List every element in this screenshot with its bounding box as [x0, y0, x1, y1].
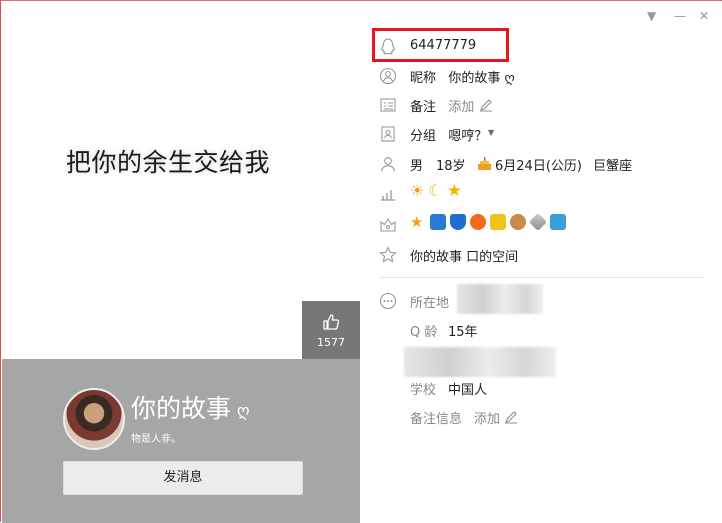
- level-chart-icon: [381, 190, 395, 201]
- music-icon[interactable]: [470, 214, 486, 230]
- remark-label-text: 备注: [410, 100, 437, 115]
- like-count: 1577: [317, 336, 345, 349]
- nickname-label: 昵称 你的故事 ღ: [410, 67, 515, 86]
- sun-icon: ☀: [410, 181, 425, 200]
- qage-row: Q 龄 15年: [361, 319, 722, 341]
- basic-info-row: 男 18岁 6月24日(公历) 巨蟹座: [361, 153, 722, 175]
- location-label: 所在地: [410, 296, 450, 311]
- person-icon: [380, 157, 396, 172]
- qage-label: Q 龄: [410, 325, 438, 340]
- zodiac: 巨蟹座: [593, 159, 633, 174]
- thumbs-up-icon: [323, 314, 339, 330]
- remark-label: 备注 添加: [410, 96, 474, 115]
- game-avatar-icon[interactable]: [510, 214, 526, 230]
- edit-icon[interactable]: [479, 98, 493, 112]
- wallet-icon[interactable]: [490, 214, 506, 230]
- like-button[interactable]: 1577: [302, 301, 360, 359]
- penguin-icon: [381, 38, 395, 55]
- school-label: 学校: [410, 383, 437, 398]
- group-label: 分组 嗯哼？: [410, 125, 487, 144]
- minimize-button[interactable]: —: [674, 9, 686, 23]
- nickname-text: 你的故事: [131, 394, 232, 423]
- nickname-symbol: ღ: [237, 400, 250, 420]
- more-icon: [379, 292, 397, 310]
- cloud-icon[interactable]: [550, 214, 566, 230]
- vip-star-icon[interactable]: ★: [410, 214, 426, 230]
- cover-text: 把你的余生交给我: [66, 148, 271, 177]
- remark-info-label: 备注信息: [410, 412, 463, 427]
- star-icon: ★: [446, 181, 462, 201]
- qage-value: 15年: [448, 325, 478, 340]
- group-dropdown-icon[interactable]: ▼: [488, 128, 494, 137]
- remark-add-link[interactable]: 添加: [448, 100, 474, 115]
- dropdown-icon[interactable]: ▼: [647, 9, 656, 23]
- school-row: 学校 中国人: [361, 377, 722, 399]
- star-outline-icon: [379, 246, 397, 263]
- crown-icon: [380, 217, 396, 232]
- level-row: ☀ ☾ ★: [361, 182, 722, 204]
- profile-nickname: 你的故事 ღ: [131, 389, 250, 425]
- service-badges: ★: [410, 212, 566, 232]
- close-button[interactable]: ✕: [699, 9, 709, 23]
- group-label-text: 分组: [410, 129, 437, 144]
- qzone-link[interactable]: 你的故事 口的空间: [410, 246, 518, 265]
- group-row: 分组 嗯哼？ ▼: [361, 123, 722, 145]
- remark-row: 备注 添加: [361, 94, 722, 116]
- qq-number: 64477779: [410, 38, 477, 53]
- send-message-button[interactable]: 发消息: [63, 461, 303, 495]
- group-value[interactable]: 嗯哼？: [448, 129, 487, 144]
- space-row: 你的故事 口的空间: [361, 244, 722, 266]
- cake-icon: [478, 157, 491, 170]
- user-icon: [379, 67, 397, 85]
- nickname-label-text: 昵称: [410, 71, 437, 86]
- profile-card: 你的故事 ღ 物是人非。 发消息: [2, 359, 360, 523]
- level-badges: ☀ ☾ ★: [410, 181, 462, 201]
- photo-icon[interactable]: [430, 214, 446, 230]
- nickname-row: 昵称 你的故事 ღ: [361, 65, 722, 87]
- cover-panel: 把你的余生交给我 1577 你的故事 ღ 物是人非。 发消息: [2, 1, 360, 523]
- remark-info-add-link[interactable]: 添加: [474, 408, 500, 427]
- moon-icon: ☾: [428, 181, 443, 200]
- edit-icon[interactable]: [504, 410, 518, 424]
- nickname-value: 你的故事 ღ: [448, 71, 515, 86]
- birthday: 6月24日(公历): [495, 159, 582, 174]
- card-icon: [380, 98, 396, 112]
- school-value: 中国人: [448, 383, 488, 398]
- shield-icon[interactable]: [450, 214, 466, 230]
- gender: 男: [410, 159, 424, 174]
- services-row: ★: [361, 212, 722, 236]
- diamond-icon[interactable]: [528, 212, 548, 232]
- redacted-info: [404, 347, 556, 377]
- contact-group-icon: [381, 126, 395, 142]
- info-panel: ▼ — ✕ 64477779 昵称 你的故事 ღ 备注 添加 分组 嗯哼？ ▼ …: [361, 1, 722, 523]
- location-redacted: [457, 284, 543, 314]
- age: 18岁: [436, 159, 466, 174]
- avatar[interactable]: [63, 388, 125, 450]
- divider: [379, 277, 704, 278]
- signature: 物是人非。: [131, 434, 181, 445]
- profile-window: 把你的余生交给我 1577 你的故事 ღ 物是人非。 发消息 ▼ — ✕ 6447…: [0, 0, 722, 523]
- remark-info-row: 备注信息 添加: [361, 406, 722, 428]
